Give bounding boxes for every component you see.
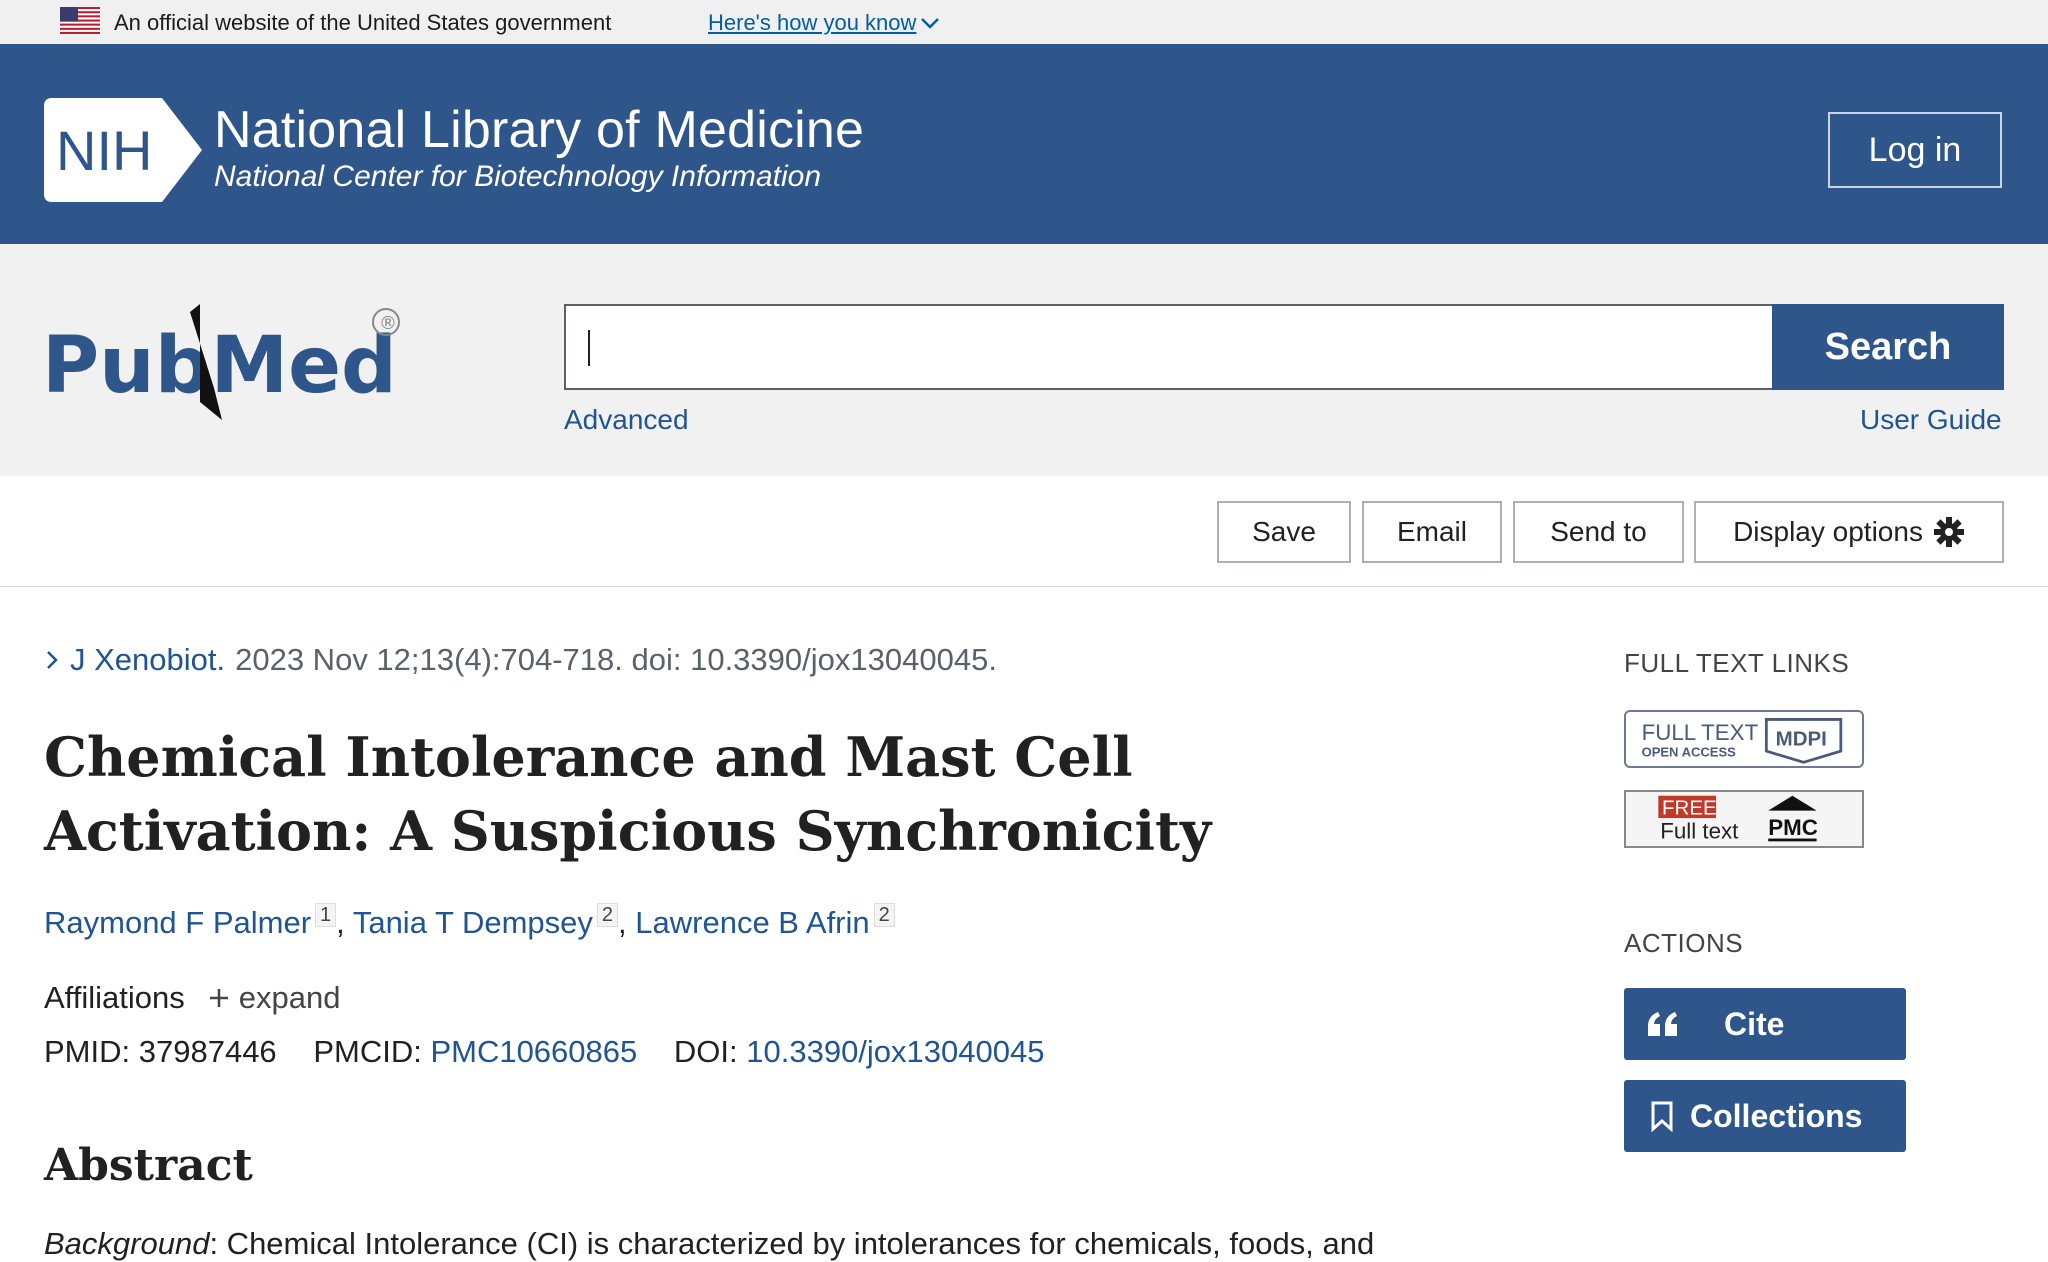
ncbi-subtitle: National Center for Biotechnology Inform…	[214, 160, 822, 193]
doi-label: DOI:	[673, 1034, 738, 1069]
doi-link[interactable]: 10.3390/jox13040045	[746, 1034, 1044, 1069]
svg-text:MDPI: MDPI	[1776, 728, 1827, 751]
user-guide-link[interactable]: User Guide	[1860, 404, 2002, 436]
gear-icon	[1933, 517, 1964, 547]
nih-logo-icon[interactable]: NIH	[44, 98, 204, 202]
search-band: PubMed ® Search Advanced User Guide	[0, 244, 2048, 477]
svg-text:FREE: FREE	[1662, 796, 1717, 819]
collections-button[interactable]: Collections	[1624, 1080, 1906, 1152]
display-options-button[interactable]: Display options	[1694, 501, 2004, 563]
search-input[interactable]	[564, 304, 1772, 390]
chevron-right-icon[interactable]	[44, 648, 60, 672]
quote-icon	[1648, 1012, 1677, 1036]
pmid-value: 37987446	[138, 1034, 277, 1069]
nlm-title[interactable]: National Library of Medicine	[214, 100, 864, 160]
article-title: Chemical Intolerance and Mast Cell Activ…	[44, 725, 1212, 863]
email-button[interactable]: Email	[1362, 501, 1502, 563]
gov-banner-text: An official website of the United States…	[114, 10, 612, 35]
collections-label: Collections	[1690, 1097, 1863, 1134]
affiliations-row: Affiliations expand	[44, 980, 340, 1016]
cite-label: Cite	[1724, 1005, 1785, 1042]
author-link[interactable]: Lawrence B Afrin	[635, 905, 869, 940]
expand-label: expand	[238, 980, 341, 1015]
pmid-label: PMID:	[44, 1034, 131, 1069]
author-list: Raymond F Palmer 1, Tania T Dempsey 2, Law…	[44, 903, 895, 941]
svg-text:OPEN ACCESS: OPEN ACCESS	[1642, 745, 1737, 760]
pmc-full-text-link[interactable]: FREE Full text PMC	[1624, 790, 1864, 848]
save-button[interactable]: Save	[1217, 501, 1351, 563]
article-identifiers: PMID: 37987446 PMCID: PMC10660865 DOI: 1…	[44, 1034, 1044, 1070]
pubmed-logo-icon[interactable]: PubMed ®	[42, 292, 422, 422]
author-link[interactable]: Raymond F Palmer	[44, 905, 311, 940]
expand-affiliations-button[interactable]: expand	[207, 980, 341, 1016]
abstract-text: Background: Chemical Intolerance (CI) is…	[44, 1226, 1464, 1262]
bookmark-icon	[1651, 1101, 1673, 1132]
full-text-links-heading: FULL TEXT LINKS	[1624, 648, 1850, 678]
mdpi-full-text-link[interactable]: FULL TEXT OPEN ACCESS MDPI	[1624, 710, 1864, 768]
how-you-know-link[interactable]: Here's how you know	[708, 10, 940, 36]
abstract-heading: Abstract	[44, 1140, 253, 1191]
login-button[interactable]: Log in	[1828, 112, 2002, 188]
plus-icon	[209, 989, 228, 1007]
nih-header: NIH National Library of Medicine Nationa…	[0, 44, 2048, 244]
cite-button[interactable]: Cite	[1624, 988, 1906, 1060]
affiliation-number[interactable]: 2	[596, 903, 619, 927]
svg-text:PMC: PMC	[1768, 815, 1818, 840]
citation-details: 2023 Nov 12;13(4):704-718. doi: 10.3390/…	[235, 642, 997, 677]
abstract-section-label: Background	[44, 1226, 210, 1261]
affiliation-number[interactable]: 1	[315, 903, 337, 927]
svg-text:PubMed: PubMed	[42, 321, 397, 411]
svg-text:FULL TEXT: FULL TEXT	[1642, 720, 1759, 745]
svg-text:Full text: Full text	[1660, 819, 1739, 844]
journal-name-link[interactable]: J Xenobiot.	[70, 642, 225, 678]
affiliation-number[interactable]: 2	[873, 903, 895, 927]
svg-text:NIH: NIH	[56, 119, 152, 182]
us-flag-icon	[60, 7, 100, 34]
article-toolbar: Save Email Send to Display options	[0, 476, 2048, 587]
svg-text:®: ®	[379, 313, 397, 334]
actions-heading: ACTIONS	[1624, 928, 1744, 958]
pmcid-label: PMCID:	[313, 1034, 422, 1069]
display-options-label: Display options	[1733, 516, 1923, 547]
advanced-search-link[interactable]: Advanced	[564, 404, 689, 436]
abstract-body: : Chemical Intolerance (CI) is character…	[209, 1226, 1375, 1261]
gov-banner: An official website of the United States…	[0, 0, 2048, 44]
search-button[interactable]: Search	[1772, 304, 2004, 390]
send-to-button[interactable]: Send to	[1513, 501, 1684, 563]
chevron-down-icon	[921, 18, 940, 29]
affiliations-label: Affiliations	[44, 980, 185, 1015]
pmcid-link[interactable]: PMC10660865	[430, 1034, 637, 1069]
author-link[interactable]: Tania T Dempsey	[353, 905, 593, 940]
how-you-know-label: Here's how you know	[708, 10, 917, 35]
journal-citation: J Xenobiot. 2023 Nov 12;13(4):704-718. d…	[44, 642, 997, 678]
text-caret	[588, 330, 590, 366]
